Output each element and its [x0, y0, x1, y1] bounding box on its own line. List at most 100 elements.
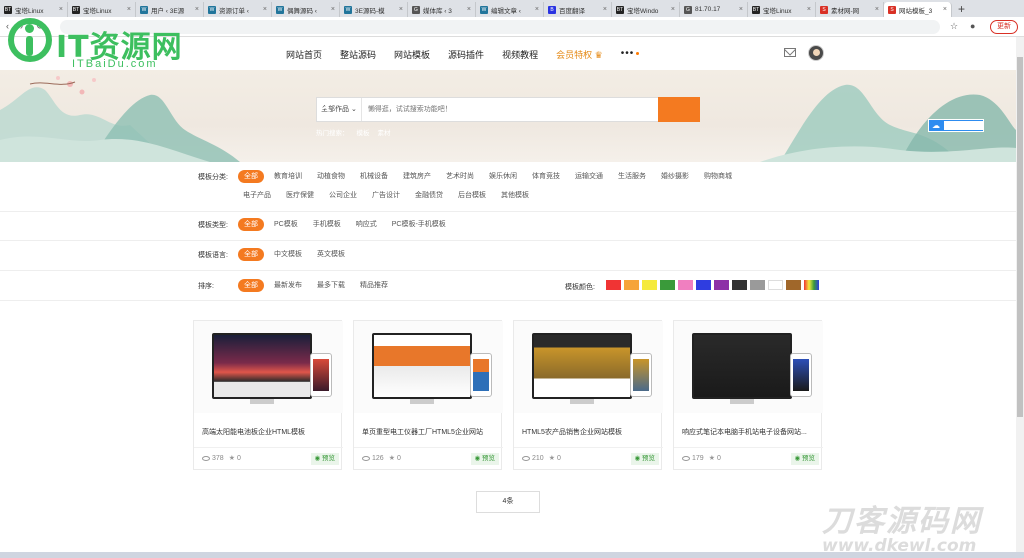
color-swatch[interactable]: [768, 280, 783, 290]
browser-tab[interactable]: W 偶舞源码 ‹ ×: [272, 2, 340, 17]
browser-tab[interactable]: S 网站模板_3 ×: [884, 2, 952, 17]
filter-option[interactable]: 最新发布: [269, 279, 307, 292]
filter-option[interactable]: 全部: [238, 170, 264, 183]
filter-option[interactable]: 建筑房产: [398, 170, 436, 183]
preview-button[interactable]: ◉ 预览: [310, 453, 339, 465]
browser-tab[interactable]: G 媒体库 ‹ 3 ×: [408, 2, 476, 17]
nav-item-videos[interactable]: 视频教程: [502, 48, 538, 61]
template-card[interactable]: 响应式笔记本电脑手机站电子设备网站... 179 ★ 0 ◉ 预览: [673, 320, 823, 470]
filter-option[interactable]: 购物商城: [699, 170, 737, 183]
color-swatch[interactable]: [678, 280, 693, 290]
template-card[interactable]: 高端太阳能电池板企业HTML模板 378 ★ 0 ◉ 预览: [193, 320, 343, 470]
tab-close-icon[interactable]: ×: [195, 6, 199, 13]
tab-close-icon[interactable]: ×: [807, 6, 811, 13]
pagination-count[interactable]: 4条: [476, 491, 540, 513]
filter-option[interactable]: 手机模板: [308, 218, 346, 231]
filter-option[interactable]: 英文模板: [312, 248, 350, 261]
filter-option[interactable]: 公司企业: [324, 189, 362, 202]
tab-close-icon[interactable]: ×: [331, 6, 335, 13]
filter-option[interactable]: 动植食物: [312, 170, 350, 183]
template-title[interactable]: 单页重型电工仪器工厂HTML5企业网站: [362, 427, 497, 437]
preview-button[interactable]: ◉ 预览: [630, 453, 659, 465]
nav-item-templates[interactable]: 网站模板: [394, 48, 430, 61]
filter-option[interactable]: 全部: [238, 279, 264, 292]
browser-tab[interactable]: G 81.70.17 ×: [680, 2, 748, 17]
page-scrollbar[interactable]: [1016, 37, 1024, 552]
filter-option[interactable]: 最多下载: [312, 279, 350, 292]
floating-widget[interactable]: ☁: [928, 119, 984, 132]
template-card[interactable]: 单页重型电工仪器工厂HTML5企业网站 126 ★ 0 ◉ 预览: [353, 320, 503, 470]
template-card[interactable]: HTML5农产品销售企业网站模板 210 ★ 0 ◉ 预览: [513, 320, 663, 470]
browser-tab[interactable]: BT 宝塔Windo ×: [612, 2, 680, 17]
user-avatar[interactable]: [808, 45, 824, 61]
browser-tab[interactable]: B 百度翻译 ×: [544, 2, 612, 17]
filter-option[interactable]: PC模板-手机模板: [387, 218, 451, 231]
tab-close-icon[interactable]: ×: [739, 6, 743, 13]
tab-close-icon[interactable]: ×: [59, 6, 63, 13]
filter-option[interactable]: 精品推荐: [355, 279, 393, 292]
preview-button[interactable]: ◉ 预览: [470, 453, 499, 465]
browser-tab[interactable]: W 编辑文章 ‹ ×: [476, 2, 544, 17]
browser-tab[interactable]: W 资源订单 ‹ ×: [204, 2, 272, 17]
color-swatch[interactable]: [696, 280, 711, 290]
filter-option[interactable]: 后台模板: [453, 189, 491, 202]
color-swatch[interactable]: [714, 280, 729, 290]
template-thumbnail[interactable]: [514, 321, 663, 413]
color-swatch[interactable]: [642, 280, 657, 290]
filter-option[interactable]: 体育竞技: [527, 170, 565, 183]
tab-close-icon[interactable]: ×: [467, 6, 471, 13]
search-button[interactable]: [318, 97, 700, 122]
template-thumbnail[interactable]: [354, 321, 503, 413]
tab-close-icon[interactable]: ×: [603, 6, 607, 13]
filter-option[interactable]: 医疗保健: [281, 189, 319, 202]
filter-option[interactable]: 全部: [238, 248, 264, 261]
tab-close-icon[interactable]: ×: [875, 6, 879, 13]
tab-close-icon[interactable]: ×: [943, 6, 947, 13]
tab-close-icon[interactable]: ×: [399, 6, 403, 13]
tab-close-icon[interactable]: ×: [535, 6, 539, 13]
browser-tab[interactable]: S 素材网-网 ×: [816, 2, 884, 17]
filter-option[interactable]: 中文模板: [269, 248, 307, 261]
tab-close-icon[interactable]: ×: [127, 6, 131, 13]
filter-option[interactable]: 艺术时尚: [441, 170, 479, 183]
filter-option[interactable]: 婚纱摄影: [656, 170, 694, 183]
hot-word-link[interactable]: 模板: [357, 127, 370, 137]
filter-option[interactable]: 生活服务: [613, 170, 651, 183]
filter-option[interactable]: 运输交通: [570, 170, 608, 183]
color-swatch[interactable]: [750, 280, 765, 290]
nav-item-plugins[interactable]: 源码插件: [448, 48, 484, 61]
filter-option[interactable]: 响应式: [351, 218, 382, 231]
hot-word-link[interactable]: 素材: [378, 127, 391, 137]
browser-tab[interactable]: W 3E源码-模 ×: [340, 2, 408, 17]
filter-option[interactable]: 机械设备: [355, 170, 393, 183]
nav-item-full-source[interactable]: 整站源码: [340, 48, 376, 61]
site-logo[interactable]: IT资源网 ITBaiDu.com: [6, 14, 206, 74]
filter-option[interactable]: 广告设计: [367, 189, 405, 202]
color-swatch[interactable]: [786, 280, 801, 290]
profile-icon[interactable]: ●: [970, 21, 975, 31]
filter-option[interactable]: 电子产品: [238, 189, 276, 202]
mail-icon[interactable]: [784, 48, 796, 57]
template-title[interactable]: 高端太阳能电池板企业HTML模板: [202, 427, 337, 437]
search-input[interactable]: [361, 98, 658, 121]
tab-close-icon[interactable]: ×: [263, 6, 267, 13]
scroll-thumb[interactable]: [1017, 57, 1023, 417]
filter-option[interactable]: 娱乐休闲: [484, 170, 522, 183]
template-title[interactable]: 响应式笔记本电脑手机站电子设备网站...: [682, 427, 817, 437]
template-thumbnail[interactable]: [674, 321, 823, 413]
browser-tab[interactable]: BT 宝塔Linux ×: [748, 2, 816, 17]
template-title[interactable]: HTML5农产品销售企业网站模板: [522, 427, 657, 437]
filter-option[interactable]: 全部: [238, 218, 264, 231]
tab-close-icon[interactable]: ×: [671, 6, 675, 13]
update-button[interactable]: 更新: [990, 20, 1018, 34]
nav-item-home[interactable]: 网站首页: [286, 48, 322, 61]
template-thumbnail[interactable]: [194, 321, 343, 413]
color-swatch[interactable]: [606, 280, 621, 290]
new-tab-button[interactable]: +: [952, 2, 971, 17]
preview-button[interactable]: ◉ 预览: [790, 453, 819, 465]
filter-option[interactable]: 金融债贷: [410, 189, 448, 202]
filter-option[interactable]: PC模板: [269, 218, 303, 231]
nav-item-vip[interactable]: 会员特权 ♛: [556, 48, 603, 61]
nav-more-button[interactable]: •••: [621, 48, 640, 61]
bookmark-star-icon[interactable]: ☆: [950, 21, 958, 32]
